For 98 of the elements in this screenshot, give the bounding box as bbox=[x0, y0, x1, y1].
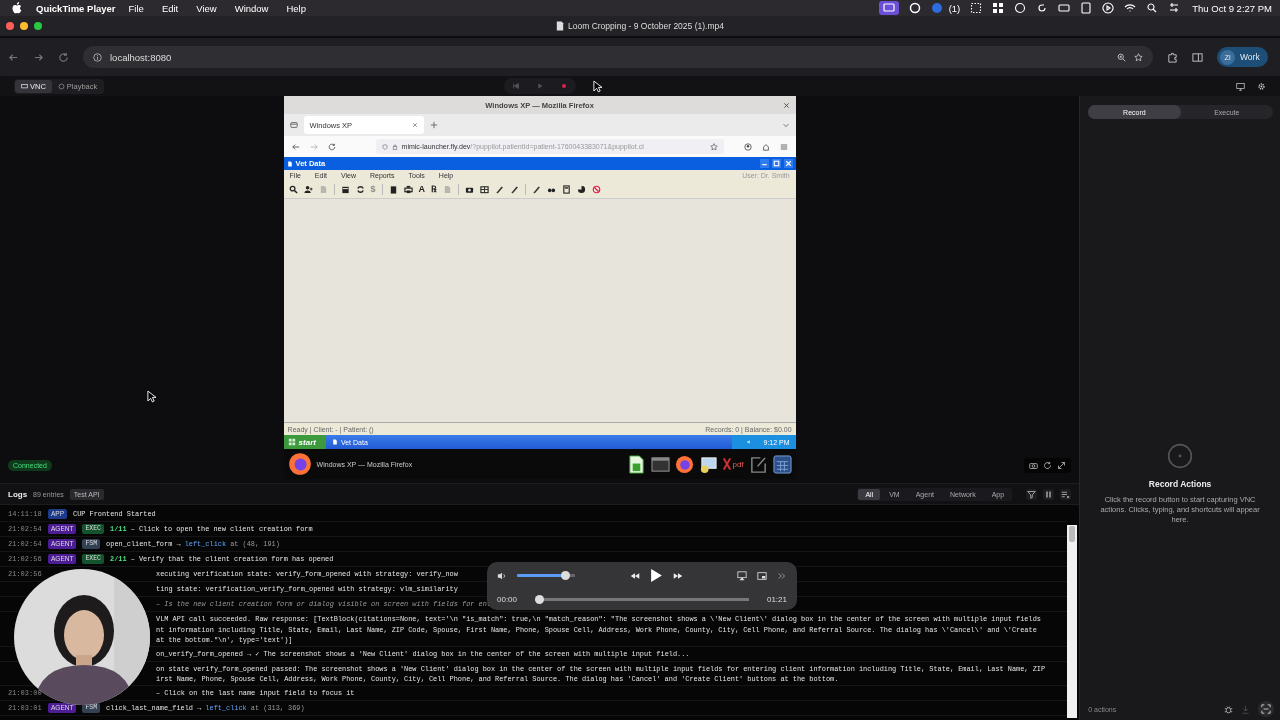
address-bar[interactable]: localhost:8080 bbox=[83, 46, 1153, 68]
app-menu[interactable]: QuickTime Player bbox=[36, 2, 116, 14]
circle-icon bbox=[57, 82, 65, 90]
start-button[interactable]: start bbox=[283, 435, 326, 449]
lock-icon[interactable] bbox=[391, 143, 398, 150]
empty-title: Record Actions bbox=[1148, 478, 1212, 489]
image-viewer-icon[interactable] bbox=[699, 454, 719, 474]
calculator-icon[interactable] bbox=[562, 185, 572, 194]
pen-icon[interactable] bbox=[532, 185, 542, 194]
apple-icon[interactable] bbox=[12, 2, 22, 14]
info-icon[interactable] bbox=[93, 52, 102, 62]
new-tab-icon[interactable] bbox=[429, 121, 438, 129]
browser-icon[interactable] bbox=[287, 452, 312, 476]
menu-item[interactable]: Edit bbox=[161, 2, 179, 14]
cross-icon bbox=[723, 456, 732, 472]
play-icon[interactable] bbox=[649, 568, 663, 583]
menu-item[interactable]: Help bbox=[286, 2, 306, 14]
search-icon[interactable] bbox=[288, 185, 298, 194]
fast-forward-icon[interactable] bbox=[672, 570, 683, 581]
extension-icon[interactable] bbox=[761, 142, 770, 151]
back-icon[interactable] bbox=[291, 142, 300, 151]
scan-button[interactable] bbox=[1258, 701, 1274, 717]
remote-screen[interactable] bbox=[283, 96, 796, 479]
toolbar-button[interactable]: A bbox=[418, 185, 426, 194]
pie-icon[interactable] bbox=[577, 185, 587, 194]
document-icon bbox=[286, 160, 293, 167]
zoom-icon[interactable] bbox=[1117, 52, 1126, 62]
person-icon[interactable] bbox=[303, 185, 313, 194]
monitor-icon bbox=[21, 82, 28, 90]
monitor-icon[interactable] bbox=[878, 1, 899, 15]
toggle-icon[interactable] bbox=[1168, 2, 1181, 14]
clipboard-icon[interactable] bbox=[388, 185, 398, 194]
picture-in-picture-icon[interactable] bbox=[757, 570, 767, 581]
tab-list-icon[interactable] bbox=[289, 121, 298, 129]
video-icon[interactable] bbox=[930, 2, 943, 14]
loop-icon[interactable] bbox=[1036, 2, 1049, 14]
record-icon bbox=[1167, 442, 1194, 469]
maximize-button[interactable] bbox=[771, 159, 781, 168]
document-icon bbox=[331, 439, 338, 445]
cursor-icon bbox=[593, 80, 602, 93]
pen-icon[interactable] bbox=[510, 185, 520, 194]
windows-logo-icon bbox=[287, 438, 296, 446]
zoom-button[interactable] bbox=[34, 22, 42, 30]
panel-title: Logs bbox=[8, 489, 28, 499]
account-icon[interactable] bbox=[743, 142, 752, 151]
sidebar-icon[interactable] bbox=[1192, 51, 1203, 63]
monitor-icon[interactable] bbox=[1236, 81, 1245, 91]
menu-item[interactable]: File bbox=[128, 2, 144, 14]
terminal-icon[interactable] bbox=[651, 454, 671, 474]
browser-icon[interactable] bbox=[675, 454, 695, 474]
document-icon bbox=[556, 21, 565, 31]
grid-icon[interactable] bbox=[480, 185, 490, 194]
close-button[interactable] bbox=[783, 159, 793, 168]
expand-icon[interactable] bbox=[1057, 461, 1067, 470]
puzzle-icon[interactable] bbox=[1167, 51, 1178, 63]
reload-icon[interactable] bbox=[327, 142, 336, 151]
window-title: Loom Cropping - 9 October 2025 (1).mp4 bbox=[568, 21, 724, 31]
calculator-icon[interactable] bbox=[772, 454, 792, 474]
pen-icon[interactable] bbox=[495, 185, 505, 194]
bug-icon[interactable] bbox=[1224, 704, 1233, 714]
printer-icon[interactable] bbox=[403, 185, 413, 194]
refresh-icon[interactable] bbox=[355, 185, 365, 194]
airplay-icon[interactable] bbox=[737, 570, 747, 581]
play-icon[interactable] bbox=[1102, 2, 1115, 14]
minimize-button[interactable] bbox=[20, 22, 28, 30]
calendar-icon[interactable] bbox=[340, 185, 350, 194]
more-icon[interactable] bbox=[777, 570, 787, 581]
record-icon[interactable] bbox=[908, 2, 921, 14]
star-icon[interactable] bbox=[709, 142, 718, 151]
notification-count[interactable]: (1) bbox=[948, 2, 961, 14]
close-icon[interactable] bbox=[782, 101, 790, 109]
elapsed-time: 00:00 bbox=[497, 595, 518, 604]
toolbar-button[interactable]: ℞ bbox=[431, 185, 438, 194]
wifi-icon[interactable] bbox=[1124, 2, 1137, 14]
window-icon[interactable] bbox=[992, 2, 1005, 14]
reload-icon[interactable] bbox=[58, 51, 69, 63]
close-button[interactable] bbox=[6, 22, 14, 30]
rewind-icon[interactable] bbox=[629, 570, 640, 581]
pause-icon[interactable] bbox=[1043, 488, 1055, 500]
menu-bar-clock[interactable]: Thu Oct 9 2:27 PM bbox=[1192, 2, 1272, 14]
pdf-launcher[interactable]: pdf bbox=[723, 454, 744, 474]
minimize-button[interactable] bbox=[759, 159, 769, 168]
text-editor-icon[interactable] bbox=[748, 454, 768, 474]
menu-item[interactable]: View bbox=[196, 2, 217, 14]
settings-icon[interactable] bbox=[1257, 81, 1266, 91]
scrollbar[interactable] bbox=[1067, 525, 1078, 718]
close-icon[interactable] bbox=[411, 122, 418, 128]
clear-icon[interactable] bbox=[1060, 488, 1072, 500]
search-icon[interactable] bbox=[1146, 2, 1159, 14]
volume-icon[interactable] bbox=[497, 570, 507, 581]
stop-icon[interactable] bbox=[592, 185, 602, 194]
total-time: 01:21 bbox=[766, 595, 787, 604]
cursor-icon bbox=[147, 390, 156, 403]
spreadsheet-icon[interactable] bbox=[627, 454, 647, 474]
menu-item[interactable]: Window bbox=[234, 2, 269, 14]
url-text: localhost:8080 bbox=[110, 51, 172, 63]
progress-bar[interactable] bbox=[535, 595, 749, 604]
filter-icon[interactable] bbox=[1026, 488, 1038, 500]
